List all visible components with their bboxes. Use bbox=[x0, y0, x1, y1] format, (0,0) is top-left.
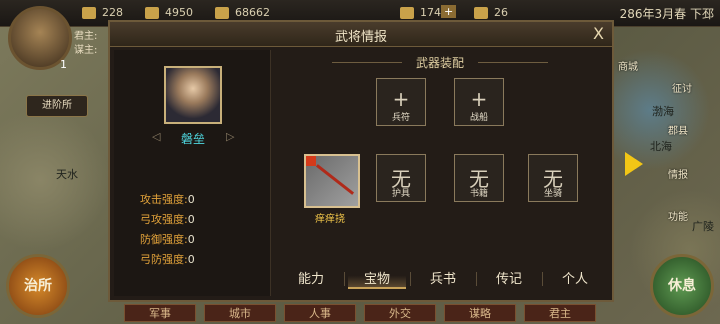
tab-biography[interactable]: 传记 bbox=[480, 268, 538, 287]
slot-warship[interactable]: + 战船 bbox=[454, 78, 504, 126]
grain-icon bbox=[145, 7, 159, 19]
general-profile: ◁ 磐垒 ▷ 攻击强度:0 弓攻强度:0 防御强度:0 弓防强度:0 bbox=[114, 50, 271, 296]
menu-strategy[interactable]: 谋略 bbox=[444, 304, 516, 322]
next-general-icon[interactable]: ▷ bbox=[226, 130, 234, 143]
menu-military[interactable]: 军事 bbox=[124, 304, 196, 322]
info-tabs: 能力 宝物 兵书 传记 个人 bbox=[276, 264, 608, 290]
shop-button[interactable]: 商城 bbox=[618, 58, 638, 73]
general-name: 磐垒 bbox=[180, 132, 205, 146]
general-portrait bbox=[164, 66, 222, 124]
map-label-beihai: 北海 bbox=[650, 140, 672, 153]
add-resource-button[interactable]: + bbox=[441, 5, 457, 18]
menu-diplomacy[interactable]: 外交 bbox=[364, 304, 436, 322]
slot-armor[interactable]: 无 护具 bbox=[376, 154, 426, 202]
promote-button[interactable]: 进阶所 bbox=[26, 95, 88, 117]
equipped-tag-icon bbox=[306, 156, 316, 166]
resource-soldiers: 174 bbox=[400, 6, 441, 19]
equipment-panel: 武器装配 + 兵符 + 战船 痒痒挠 无 护具 无 书籍 无 坐骑 能力 宝物 … bbox=[272, 50, 608, 296]
tab-divider bbox=[344, 272, 345, 286]
menu-personnel[interactable]: 人事 bbox=[284, 304, 356, 322]
stat-defense: 防御强度:0 bbox=[140, 233, 195, 246]
resource-grain: 4950 bbox=[145, 6, 193, 19]
order-icon bbox=[474, 7, 488, 19]
dialog-title: 武将情报 bbox=[334, 30, 387, 45]
menu-city[interactable]: 城市 bbox=[204, 304, 276, 322]
dialog-header: 武将情报 X bbox=[110, 22, 612, 47]
menu-lord[interactable]: 君主 bbox=[524, 304, 596, 322]
arrow-icon bbox=[625, 152, 643, 176]
tab-ability[interactable]: 能力 bbox=[282, 268, 340, 287]
tab-divider bbox=[476, 272, 477, 286]
intel-button[interactable]: 情报 bbox=[668, 166, 688, 181]
resource-silver: 68662 bbox=[215, 6, 270, 19]
stat-bow-attack: 弓攻强度:0 bbox=[140, 213, 195, 226]
close-icon[interactable]: X bbox=[593, 24, 604, 44]
counties-button[interactable]: 郡县 bbox=[668, 122, 688, 137]
plus-icon: + bbox=[470, 87, 488, 111]
bottom-menu: 军事 城市 人事 外交 谋略 君主 bbox=[120, 302, 600, 324]
tab-divider bbox=[410, 272, 411, 286]
map-label-guangling: 广陵 bbox=[692, 220, 714, 233]
plus-icon: + bbox=[392, 87, 410, 111]
backscratcher-icon bbox=[315, 164, 355, 195]
map-label-bohai: 渤海 bbox=[652, 105, 674, 118]
map-label-tianshui: 天水 bbox=[56, 168, 78, 181]
general-stats: 攻击强度:0 弓攻强度:0 防御强度:0 弓防强度:0 bbox=[140, 190, 195, 270]
silver-icon bbox=[215, 7, 229, 19]
slot-book[interactable]: 无 书籍 bbox=[454, 154, 504, 202]
lord-level: 1 bbox=[60, 58, 67, 71]
slot-token[interactable]: + 兵符 bbox=[376, 78, 426, 126]
stat-attack: 攻击强度:0 bbox=[140, 193, 195, 206]
resource-orders: 26 bbox=[474, 6, 508, 19]
tab-personal[interactable]: 个人 bbox=[546, 268, 604, 287]
prev-general-icon[interactable]: ◁ bbox=[152, 130, 160, 143]
gold-icon bbox=[82, 7, 96, 19]
rest-button[interactable]: 休息 bbox=[650, 254, 714, 318]
stat-bow-defense: 弓防强度:0 bbox=[140, 253, 195, 266]
plus-icon: + bbox=[444, 5, 454, 18]
functions-button[interactable]: 功能 bbox=[668, 208, 688, 223]
tab-divider bbox=[542, 272, 543, 286]
governance-button[interactable]: 治所 bbox=[6, 254, 70, 318]
equip-section-title: 武器装配 bbox=[272, 54, 608, 71]
tab-treasure[interactable]: 宝物 bbox=[348, 268, 406, 289]
resource-gold: 228 bbox=[82, 6, 123, 19]
game-date: 286年3月春 下邳 bbox=[619, 7, 714, 21]
treasure-item[interactable] bbox=[304, 154, 360, 208]
soldier-icon bbox=[400, 7, 414, 19]
treasure-name: 痒痒挠 bbox=[315, 214, 345, 225]
tab-military-books[interactable]: 兵书 bbox=[414, 268, 472, 287]
conquer-button[interactable]: 征讨 bbox=[672, 80, 692, 95]
general-info-dialog: 武将情报 X ◁ 磐垒 ▷ 攻击强度:0 弓攻强度:0 防御强度:0 弓防强度:… bbox=[108, 20, 614, 302]
slot-mount[interactable]: 无 坐骑 bbox=[528, 154, 578, 202]
